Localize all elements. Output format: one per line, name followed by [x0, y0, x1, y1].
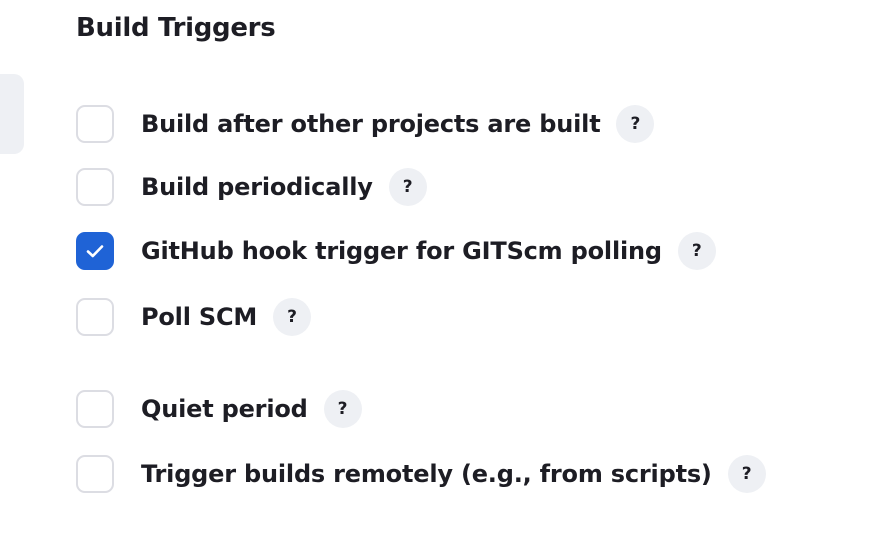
trigger-label: GitHub hook trigger for GITScm polling: [141, 237, 662, 265]
trigger-label: Trigger builds remotely (e.g., from scri…: [141, 460, 712, 488]
help-icon[interactable]: ?: [388, 168, 427, 206]
help-icon[interactable]: ?: [323, 390, 362, 428]
trigger-option-poll-scm[interactable]: Poll SCM ?: [76, 297, 312, 337]
trigger-label: Build after other projects are built: [141, 110, 601, 138]
help-icon[interactable]: ?: [273, 298, 312, 336]
trigger-checkbox[interactable]: [76, 105, 114, 143]
trigger-checkbox[interactable]: [76, 232, 114, 270]
trigger-checkbox[interactable]: [76, 298, 114, 336]
trigger-label: Quiet period: [141, 395, 308, 423]
trigger-label: Poll SCM: [141, 303, 258, 331]
trigger-option-github-hook[interactable]: GitHub hook trigger for GITScm polling ?: [76, 231, 716, 271]
section-title: Build Triggers: [76, 13, 276, 43]
trigger-option-quiet-period[interactable]: Quiet period ?: [76, 389, 362, 429]
help-icon[interactable]: ?: [677, 232, 716, 270]
trigger-option-build-after-other-projects[interactable]: Build after other projects are built ?: [76, 104, 655, 144]
build-triggers-page: Build Triggers Build after other project…: [0, 0, 887, 535]
trigger-option-build-periodically[interactable]: Build periodically ?: [76, 167, 427, 207]
trigger-checkbox[interactable]: [76, 455, 114, 493]
checkmark-icon: [86, 245, 104, 258]
trigger-option-trigger-builds-remotely[interactable]: Trigger builds remotely (e.g., from scri…: [76, 454, 766, 494]
trigger-checkbox[interactable]: [76, 168, 114, 206]
trigger-checkbox[interactable]: [76, 390, 114, 428]
side-nav-tab[interactable]: [0, 74, 24, 154]
help-icon[interactable]: ?: [727, 455, 766, 493]
help-icon[interactable]: ?: [616, 105, 655, 143]
trigger-label: Build periodically: [141, 173, 373, 201]
